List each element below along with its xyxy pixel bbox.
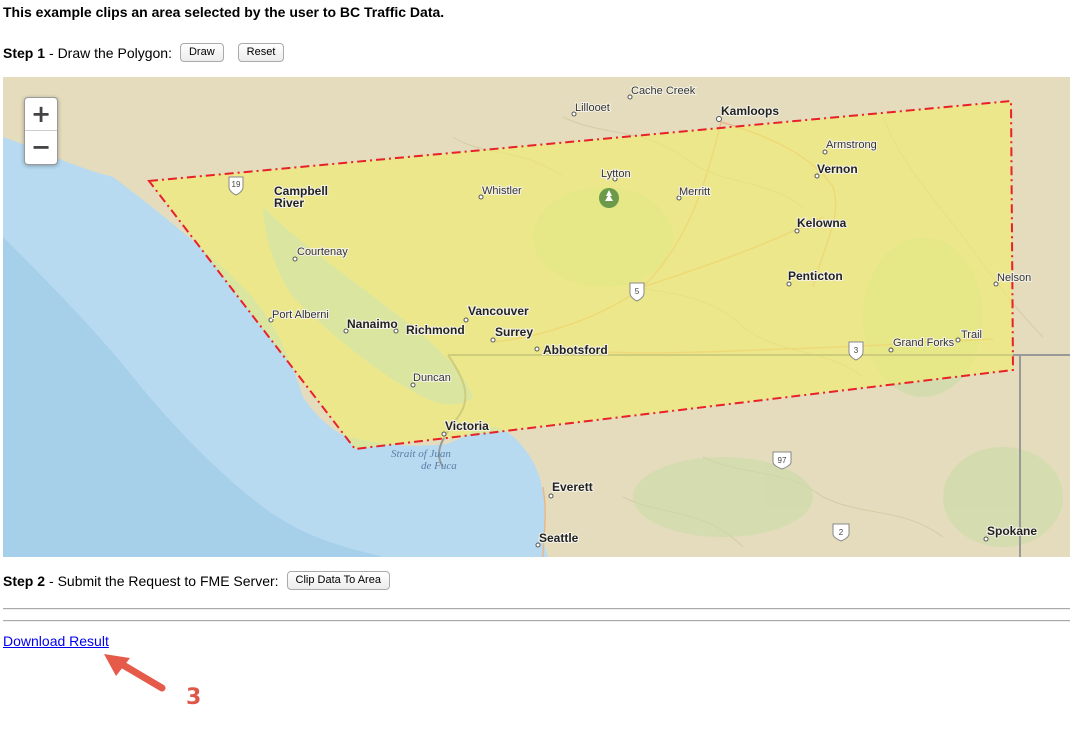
shield-hwy5-label: 5 (635, 287, 640, 296)
city-whistler: Whistler (482, 185, 522, 197)
annotation-number: 3 (186, 685, 202, 710)
shield-us2: 2 (832, 523, 850, 542)
map[interactable]: 19 5 3 97 2 Cache Creek Lillooet Kamloop… (3, 77, 1070, 557)
city-river: River (274, 196, 304, 210)
city-nanaimo: Nanaimo (347, 317, 398, 331)
shield-hwy5: 5 (629, 282, 645, 302)
city-richmond: Richmond (406, 323, 465, 337)
step1-row: Step 1 - Draw the Polygon: Draw Reset (3, 43, 285, 62)
city-merritt: Merritt (679, 186, 710, 198)
shield-us97: 97 (772, 451, 792, 470)
city-kamloops: Kamloops (721, 104, 779, 118)
divider-1 (3, 608, 1070, 610)
shield-hwy19: 19 (228, 176, 244, 196)
divider-2 (3, 620, 1070, 622)
city-duncan: Duncan (413, 372, 451, 384)
city-kelowna: Kelowna (797, 216, 847, 230)
draw-button[interactable]: Draw (179, 43, 224, 62)
step2-row: Step 2 - Submit the Request to FME Serve… (3, 571, 390, 590)
zoom-in-button[interactable]: + (25, 98, 57, 131)
download-result-link[interactable]: Download Result (3, 633, 109, 649)
step2-text: - Submit the Request to FME Server: (49, 572, 279, 589)
city-trail: Trail (961, 329, 982, 341)
city-vancouver: Vancouver (468, 304, 529, 318)
shield-us97-label: 97 (778, 456, 787, 465)
map-canvas[interactable]: 19 5 3 97 2 Cache Creek Lillooet Kamloop… (3, 77, 1070, 557)
intro-text: This example clips an area selected by t… (3, 4, 445, 20)
city-cache-creek: Cache Creek (631, 85, 696, 97)
city-surrey: Surrey (495, 325, 533, 339)
step2-label: Step 2 (3, 572, 46, 589)
city-nelson: Nelson (997, 272, 1031, 284)
shield-us2-label: 2 (839, 528, 844, 537)
annotation-arrow-icon (104, 654, 166, 692)
city-courtenay: Courtenay (297, 246, 348, 258)
step1-label: Step 1 (3, 44, 46, 61)
zoom-out-button[interactable]: − (25, 131, 57, 163)
city-seattle: Seattle (539, 531, 579, 545)
city-vernon: Vernon (817, 162, 858, 176)
shield-hwy19-label: 19 (232, 180, 241, 189)
shield-hwy3: 3 (848, 341, 864, 361)
city-lytton: Lytton (601, 168, 631, 180)
water-label-2: de Fuca (421, 460, 457, 472)
reset-button[interactable]: Reset (237, 43, 285, 62)
city-spokane: Spokane (987, 524, 1037, 538)
city-grand-forks: Grand Forks (893, 337, 955, 349)
park-icon (599, 188, 619, 208)
city-armstrong: Armstrong (826, 139, 877, 151)
zoom-control: + − (24, 97, 58, 165)
step1-text: - Draw the Polygon: (49, 44, 172, 61)
city-lillooet: Lillooet (575, 102, 610, 114)
city-abbotsford: Abbotsford (543, 343, 608, 357)
clip-data-button[interactable]: Clip Data To Area (286, 571, 390, 590)
water-label-1: Strait of Juan (391, 448, 451, 460)
shield-hwy3-label: 3 (854, 346, 859, 355)
city-port-alberni: Port Alberni (272, 309, 329, 321)
city-victoria: Victoria (445, 419, 489, 433)
city-everett: Everett (552, 480, 593, 494)
city-penticton: Penticton (788, 269, 843, 283)
